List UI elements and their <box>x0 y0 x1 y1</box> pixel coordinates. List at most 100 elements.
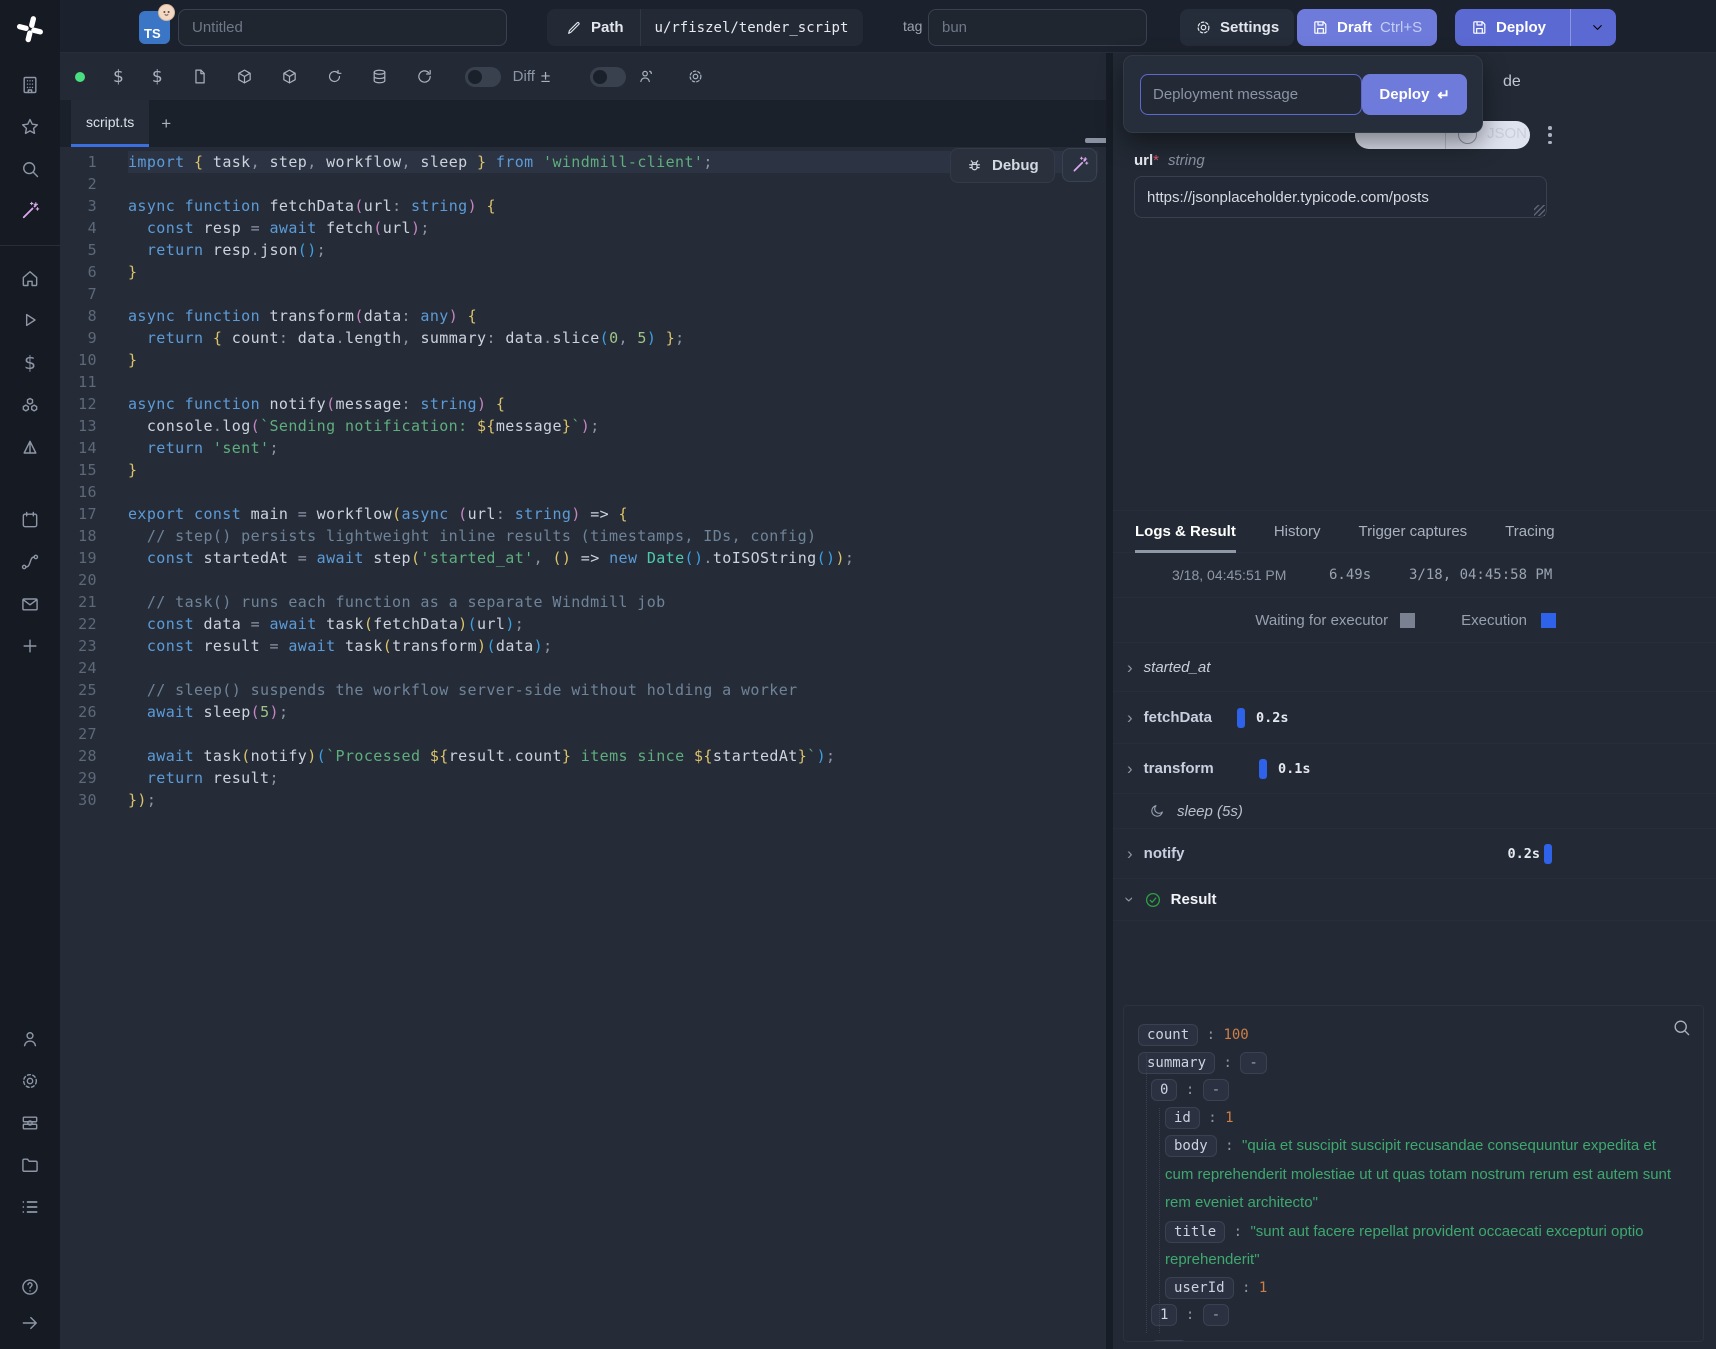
step-row-sleep: sleep (5s) <box>1113 794 1716 829</box>
result-json-viewer: count : 100summary : -0 : -id : 1body : … <box>1123 1005 1704 1342</box>
editor-settings-gear-icon[interactable] <box>687 68 704 85</box>
json-value[interactable]: - <box>1240 1052 1266 1074</box>
windmill-logo-icon[interactable] <box>14 13 46 45</box>
add-tab-button[interactable]: + <box>149 100 183 147</box>
chevron-right-icon[interactable]: › <box>1127 709 1133 726</box>
legend-execution-label: Execution <box>1461 612 1527 629</box>
search-icon[interactable] <box>20 159 40 179</box>
execution-bar <box>1544 844 1552 864</box>
package-cache-icon[interactable] <box>281 68 298 85</box>
json-key-pill[interactable]: title <box>1165 1221 1225 1243</box>
variables-picker-icon[interactable]: $ <box>113 67 124 87</box>
path-value: u/rfiszel/tender_script <box>641 20 863 36</box>
search-result-icon[interactable] <box>1672 1018 1691 1037</box>
variables-icon[interactable]: $ <box>24 352 36 374</box>
draft-button[interactable]: Draft Ctrl+S <box>1297 9 1437 46</box>
tab-logs-result[interactable]: Logs & Result <box>1135 511 1236 552</box>
arg-label: url*string <box>1134 152 1205 169</box>
kebab-menu-icon[interactable] <box>1542 124 1558 146</box>
step-name: notify <box>1144 845 1185 862</box>
code-editor[interactable]: 1234567891011121314151617181920212223242… <box>60 147 1106 1349</box>
deploy-dropdown-button[interactable] <box>1579 9 1616 46</box>
settings-button[interactable]: Settings <box>1180 9 1294 46</box>
popup-deploy-button[interactable]: Deploy ↵ <box>1362 74 1467 115</box>
step-row-fetchdata[interactable]: › fetchData 0.2s <box>1113 692 1716 744</box>
debug-button[interactable]: Debug <box>950 148 1055 183</box>
json-key-pill[interactable]: userId <box>1165 1277 1234 1299</box>
script-file-icon[interactable] <box>191 68 208 85</box>
runs-icon[interactable] <box>20 310 40 330</box>
json-key-pill[interactable]: body <box>1165 1135 1217 1157</box>
tab-tracing[interactable]: Tracing <box>1505 511 1554 552</box>
step-row-started-at[interactable]: › started_at <box>1113 643 1716 692</box>
database-icon[interactable] <box>371 68 388 85</box>
json-value[interactable]: - <box>1203 1079 1229 1101</box>
step-duration: 0.2s <box>1507 846 1540 862</box>
tab-script-ts[interactable]: script.ts <box>71 100 149 147</box>
chevron-right-icon[interactable]: › <box>1127 845 1133 862</box>
workspace-icon[interactable] <box>20 75 40 95</box>
magic-wand-icon <box>1071 156 1089 174</box>
flows-icon[interactable] <box>20 552 40 572</box>
audit-logs-icon[interactable] <box>20 1197 40 1217</box>
resources-icon[interactable] <box>20 396 40 416</box>
deploy-button-divider <box>1570 9 1571 46</box>
package-icon[interactable] <box>236 68 253 85</box>
json-key-pill[interactable]: id <box>1165 1107 1200 1129</box>
tab-trigger-captures[interactable]: Trigger captures <box>1359 511 1468 552</box>
chevron-right-icon[interactable]: › <box>1127 659 1133 676</box>
deploy-button[interactable]: Deploy <box>1455 9 1562 46</box>
code-lines[interactable]: import { task, step, workflow, sleep } f… <box>128 151 1106 811</box>
resources-picker-icon[interactable]: $ <box>152 67 163 87</box>
help-icon[interactable] <box>20 1277 40 1297</box>
user-icon[interactable] <box>20 1029 40 1049</box>
edit-path-button[interactable]: Path <box>547 9 640 46</box>
json-colon: : <box>1177 1307 1202 1323</box>
settings-gear-icon[interactable] <box>20 1071 40 1091</box>
folders-icon[interactable] <box>20 1155 40 1175</box>
collaborators-icon[interactable] <box>638 68 655 85</box>
ai-wand-icon[interactable] <box>20 201 40 221</box>
step-duration: 0.2s <box>1256 710 1289 726</box>
step-row-transform[interactable]: › transform 0.1s <box>1113 744 1716 794</box>
pane-splitter[interactable] <box>1106 53 1113 1349</box>
add-item-icon[interactable] <box>20 636 40 656</box>
run-end-time: 3/18, 04:45:58 PM <box>1409 567 1552 583</box>
tag-input[interactable] <box>928 9 1147 46</box>
reload-icon[interactable] <box>416 68 433 85</box>
json-key-pill[interactable] <box>1151 1340 1187 1343</box>
deployment-message-input[interactable] <box>1140 74 1362 115</box>
json-key-pill[interactable]: count <box>1138 1024 1198 1046</box>
step-row-result[interactable]: › Result <box>1113 879 1716 921</box>
tab-history[interactable]: History <box>1274 511 1321 552</box>
diff-toggle[interactable] <box>465 67 501 87</box>
json-key-pill[interactable]: summary <box>1138 1052 1215 1074</box>
json-key-pill[interactable]: 0 <box>1151 1079 1177 1101</box>
expand-sidebar-icon[interactable] <box>20 1313 40 1333</box>
step-row-notify[interactable]: › notify 0.2s <box>1113 829 1716 879</box>
collaboration-toggle[interactable] <box>590 67 626 87</box>
script-summary-input[interactable] <box>178 9 507 46</box>
schedules-icon[interactable] <box>20 510 40 530</box>
required-mark: * <box>1153 152 1159 169</box>
draft-label: Draft <box>1337 19 1372 36</box>
path-label: Path <box>591 19 624 36</box>
chevron-right-icon[interactable]: › <box>1127 760 1133 777</box>
home-icon[interactable] <box>20 268 40 288</box>
chevron-down-icon[interactable]: › <box>1121 897 1138 903</box>
diff-label: Diff <box>513 68 535 85</box>
pencil-icon <box>566 20 582 36</box>
indent-guide <box>1159 1108 1160 1333</box>
triggers-icon[interactable] <box>20 438 40 458</box>
debug-label: Debug <box>992 157 1039 174</box>
json-key-pill[interactable]: 1 <box>1151 1304 1177 1326</box>
infinite-loop-icon[interactable] <box>326 68 343 85</box>
url-arg-input[interactable] <box>1134 176 1547 218</box>
json-value[interactable]: - <box>1203 1304 1229 1326</box>
mail-icon[interactable] <box>20 594 40 614</box>
ai-assistant-button[interactable] <box>1062 148 1097 182</box>
favorites-icon[interactable] <box>20 117 40 137</box>
workers-icon[interactable] <box>20 1113 40 1133</box>
input-resize-handle[interactable] <box>1534 205 1545 216</box>
draft-shortcut: Ctrl+S <box>1380 19 1422 36</box>
